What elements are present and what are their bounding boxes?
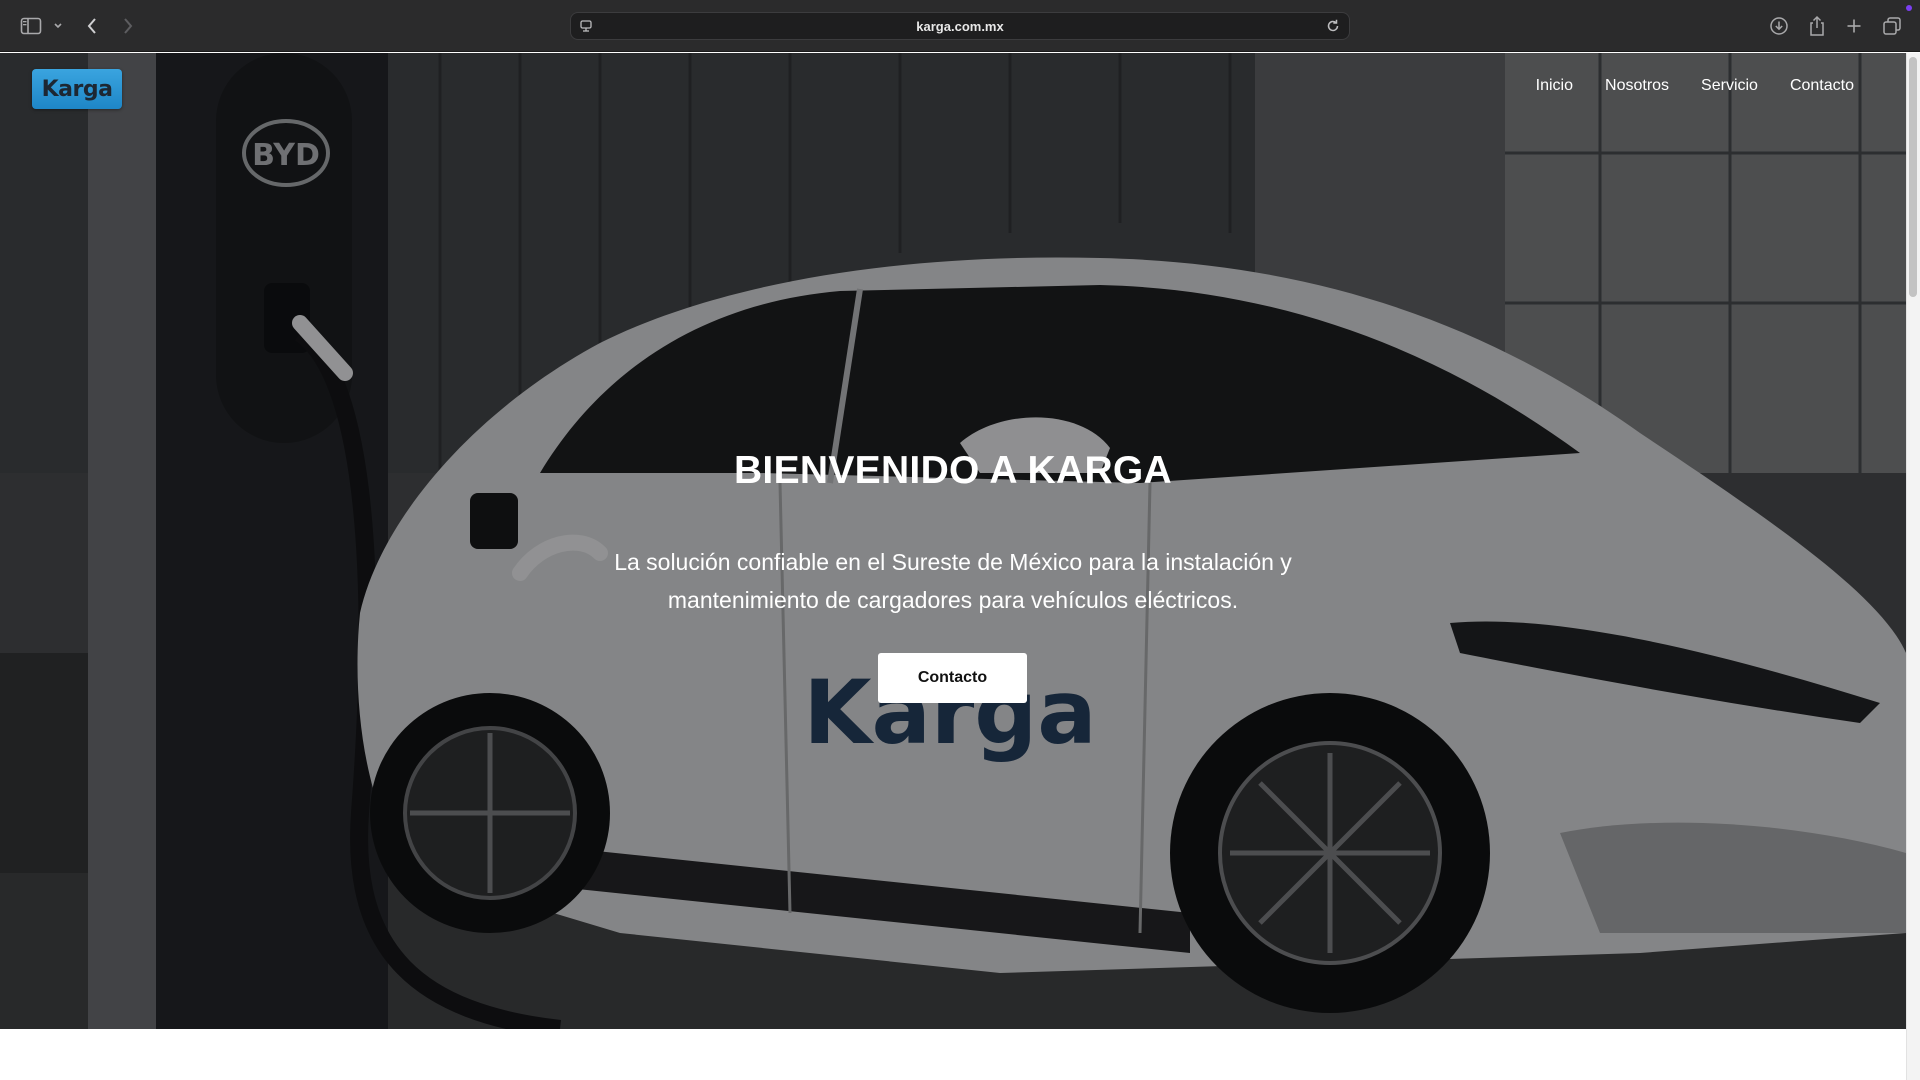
forward-icon[interactable] bbox=[116, 13, 140, 39]
new-tab-icon[interactable] bbox=[1841, 13, 1867, 39]
nav-link-servicio[interactable]: Servicio bbox=[1701, 77, 1758, 95]
contact-button[interactable]: Contacto bbox=[878, 653, 1027, 703]
address-bar[interactable]: karga.com.mx bbox=[570, 12, 1350, 40]
hero-subtitle-line-1: La solución confiable en el Sureste de M… bbox=[614, 549, 1292, 575]
url-text: karga.com.mx bbox=[916, 19, 1004, 34]
nav-link-inicio[interactable]: Inicio bbox=[1536, 77, 1573, 95]
hero-section: BYD Karga Karga Inicio Nosotros Servicio… bbox=[0, 53, 1906, 1029]
main-nav: Inicio Nosotros Servicio Contacto bbox=[1536, 77, 1854, 95]
download-icon[interactable] bbox=[1766, 13, 1792, 39]
back-icon[interactable] bbox=[80, 13, 104, 39]
tab-overview-icon[interactable] bbox=[1878, 13, 1906, 39]
page-viewport: BYD Karga Karga Inicio Nosotros Servicio… bbox=[0, 53, 1920, 1080]
scrollbar-thumb[interactable] bbox=[1909, 57, 1917, 297]
hero-subtitle-line-2: mantenimiento de cargadores para vehícul… bbox=[667, 587, 1239, 613]
browser-toolbar: karga.com.mx bbox=[0, 0, 1920, 52]
logo-text: Karga bbox=[41, 76, 113, 102]
hero-title: BIENVENIDO A KARGA bbox=[733, 449, 1173, 492]
chevron-down-icon[interactable] bbox=[50, 13, 66, 39]
hero-overlay bbox=[0, 53, 1906, 1029]
site-logo[interactable]: Karga bbox=[32, 69, 122, 109]
share-icon[interactable] bbox=[1804, 13, 1830, 39]
sidebar-icon[interactable] bbox=[18, 13, 44, 39]
scrollbar[interactable] bbox=[1906, 53, 1920, 1080]
extension-indicator bbox=[1906, 5, 1912, 11]
reload-icon[interactable] bbox=[1325, 18, 1341, 34]
nav-link-contacto[interactable]: Contacto bbox=[1790, 77, 1854, 95]
hero-subtitle: La solución confiable en el Sureste de M… bbox=[553, 543, 1353, 619]
nav-link-nosotros[interactable]: Nosotros bbox=[1605, 77, 1669, 95]
